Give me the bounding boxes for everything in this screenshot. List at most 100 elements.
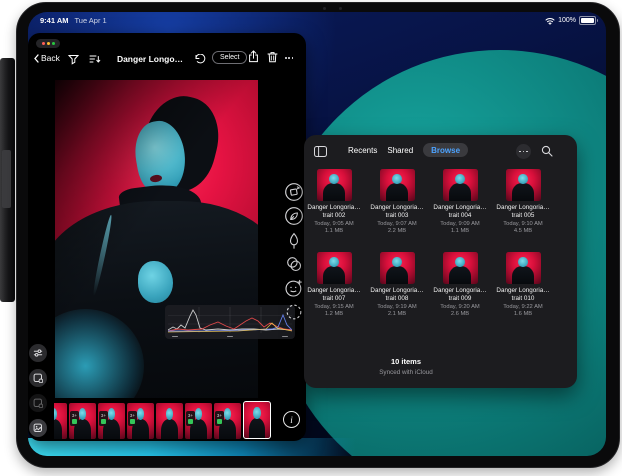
copy-edits-button[interactable]	[29, 369, 47, 387]
histogram-toggle-button[interactable]	[29, 419, 47, 437]
filmstrip-thumb[interactable]: 3+	[185, 403, 212, 439]
file-date: Today, 9:10 AM	[495, 221, 551, 228]
tab-recents[interactable]: Recents	[348, 146, 377, 155]
info-button[interactable]: i	[283, 411, 300, 428]
front-camera-dot	[323, 7, 326, 10]
zoom-dot-icon	[52, 42, 55, 45]
filmstrip-thumb[interactable]: 3+	[214, 403, 241, 439]
tab-browse[interactable]: Browse	[423, 143, 468, 157]
paste-edits-button[interactable]	[29, 394, 47, 412]
file-item[interactable]: Danger Longoria…trait 010 Today, 9:22 AM…	[495, 252, 551, 318]
file-item[interactable]: Danger Longoria…trait 009 Today, 9:20 AM…	[432, 252, 488, 318]
file-size: 4.5 MB	[495, 228, 551, 235]
tab-shared[interactable]: Shared	[387, 146, 413, 155]
filmstrip-thumb[interactable]	[54, 403, 67, 439]
file-size: 2.2 MB	[369, 228, 425, 235]
file-item[interactable]: Danger Longoria…trait 005 Today, 9:10 AM…	[495, 169, 551, 235]
trash-button[interactable]	[267, 51, 278, 63]
more-button[interactable]	[285, 57, 293, 59]
file-name: Danger Longoria…trait 009	[432, 287, 488, 303]
back-button[interactable]: Back	[34, 53, 60, 63]
filmstrip-thumb[interactable]	[156, 403, 183, 439]
file-date: Today, 9:19 AM	[369, 304, 425, 311]
edit-badge: 3+	[70, 411, 79, 426]
search-icon[interactable]	[541, 145, 553, 157]
file-item[interactable]: Danger Longoria…trait 007 Today, 9:15 AM…	[306, 252, 362, 318]
file-thumbnail	[506, 169, 541, 201]
file-thumbnail	[443, 169, 478, 201]
filmstrip-thumb-selected[interactable]	[243, 401, 271, 439]
repair-tool-icon[interactable]	[283, 205, 305, 227]
adjacent-device-hinge	[2, 150, 11, 208]
filmstrip-thumb[interactable]: 3+	[69, 403, 96, 439]
file-date: Today, 9:20 AM	[432, 304, 488, 311]
sort-button[interactable]	[89, 54, 101, 64]
retouch-tool-icon[interactable]	[283, 277, 305, 299]
file-item[interactable]: Danger Longoria…trait 008 Today, 9:19 AM…	[369, 252, 425, 318]
file-date: Today, 9:15 AM	[306, 304, 362, 311]
status-time: 9:41 AM	[40, 16, 68, 25]
sidebar-toggle-icon[interactable]	[314, 146, 327, 157]
battery-icon	[579, 16, 596, 25]
file-item[interactable]: Danger Longoria…trait 004 Today, 9:09 AM…	[432, 169, 488, 235]
file-thumbnail	[380, 252, 415, 284]
selection-tool-icon[interactable]	[283, 301, 305, 323]
undo-button[interactable]	[194, 54, 206, 64]
select-button[interactable]: Select	[212, 51, 247, 64]
portrait-corner-shadow	[55, 80, 258, 398]
edit-badge: 3+	[99, 411, 108, 426]
histogram-panel[interactable]	[165, 305, 295, 339]
histogram-tick	[227, 336, 233, 338]
file-size: 2.1 MB	[369, 311, 425, 318]
file-size: 1.2 MB	[306, 311, 362, 318]
edit-badge: 3+	[128, 411, 137, 426]
clone-tool-icon[interactable]	[283, 253, 305, 275]
photo-canvas[interactable]	[55, 80, 258, 398]
file-item[interactable]: Danger Longoria…trait 003 Today, 9:07 AM…	[369, 169, 425, 235]
file-name: Danger Longoria…trait 003	[369, 204, 425, 220]
ml-enhance-button[interactable]	[29, 344, 47, 362]
status-bar-right: 100%	[545, 16, 596, 25]
ipad-screen: 9:41 AM Tue Apr 1 100%	[28, 12, 606, 456]
brush-tool-icon[interactable]	[283, 230, 305, 252]
file-thumbnail	[317, 252, 352, 284]
filmstrip[interactable]: 3+ 3+ 3+ 3+ 3+	[54, 400, 284, 439]
file-name: Danger Longoria…trait 004	[432, 204, 488, 220]
crop-straighten-tool-icon[interactable]	[283, 181, 305, 203]
browser-tabs: Recents Shared Browse	[348, 143, 468, 157]
window-controls[interactable]	[36, 39, 60, 48]
file-name: Danger Longoria…trait 005	[495, 204, 551, 220]
file-name: Danger Longoria…trait 002	[306, 204, 362, 220]
file-name: Danger Longoria…trait 010	[495, 287, 551, 303]
browser-window: Recents Shared Browse Danger Longoria…tr…	[304, 135, 577, 388]
histogram-chart	[168, 307, 292, 333]
file-item[interactable]: Danger Longoria…trait 002 Today, 9:05 AM…	[306, 169, 362, 235]
item-count: 10 items	[326, 357, 486, 366]
file-name: Danger Longoria…trait 007	[306, 287, 362, 303]
back-chevron-icon	[34, 54, 39, 63]
file-thumbnail	[317, 169, 352, 201]
front-sensor-dot	[339, 7, 342, 10]
back-label: Back	[41, 53, 60, 63]
file-date: Today, 9:07 AM	[369, 221, 425, 228]
filmstrip-thumb[interactable]: 3+	[98, 403, 125, 439]
file-thumbnail	[506, 252, 541, 284]
file-size: 1.6 MB	[495, 311, 551, 318]
file-name: Danger Longoria…trait 008	[369, 287, 425, 303]
file-thumbnail	[443, 252, 478, 284]
edit-badge: 3+	[215, 411, 224, 426]
sync-status: Synced with iCloud	[326, 369, 486, 376]
filmstrip-thumb[interactable]: 3+	[127, 403, 154, 439]
share-button[interactable]	[248, 50, 259, 63]
file-thumbnail	[380, 169, 415, 201]
browser-more-button[interactable]	[516, 144, 531, 159]
battery-percent: 100%	[558, 17, 576, 24]
document-title: Danger Longo…	[102, 54, 198, 64]
filter-button[interactable]	[68, 54, 79, 65]
file-size: 1.1 MB	[432, 228, 488, 235]
file-size: 1.1 MB	[306, 228, 362, 235]
histogram-tick	[172, 336, 178, 338]
file-grid: Danger Longoria…trait 002 Today, 9:05 AM…	[306, 169, 575, 349]
ipad-device-frame: 9:41 AM Tue Apr 1 100%	[16, 2, 620, 468]
file-date: Today, 9:22 AM	[495, 304, 551, 311]
